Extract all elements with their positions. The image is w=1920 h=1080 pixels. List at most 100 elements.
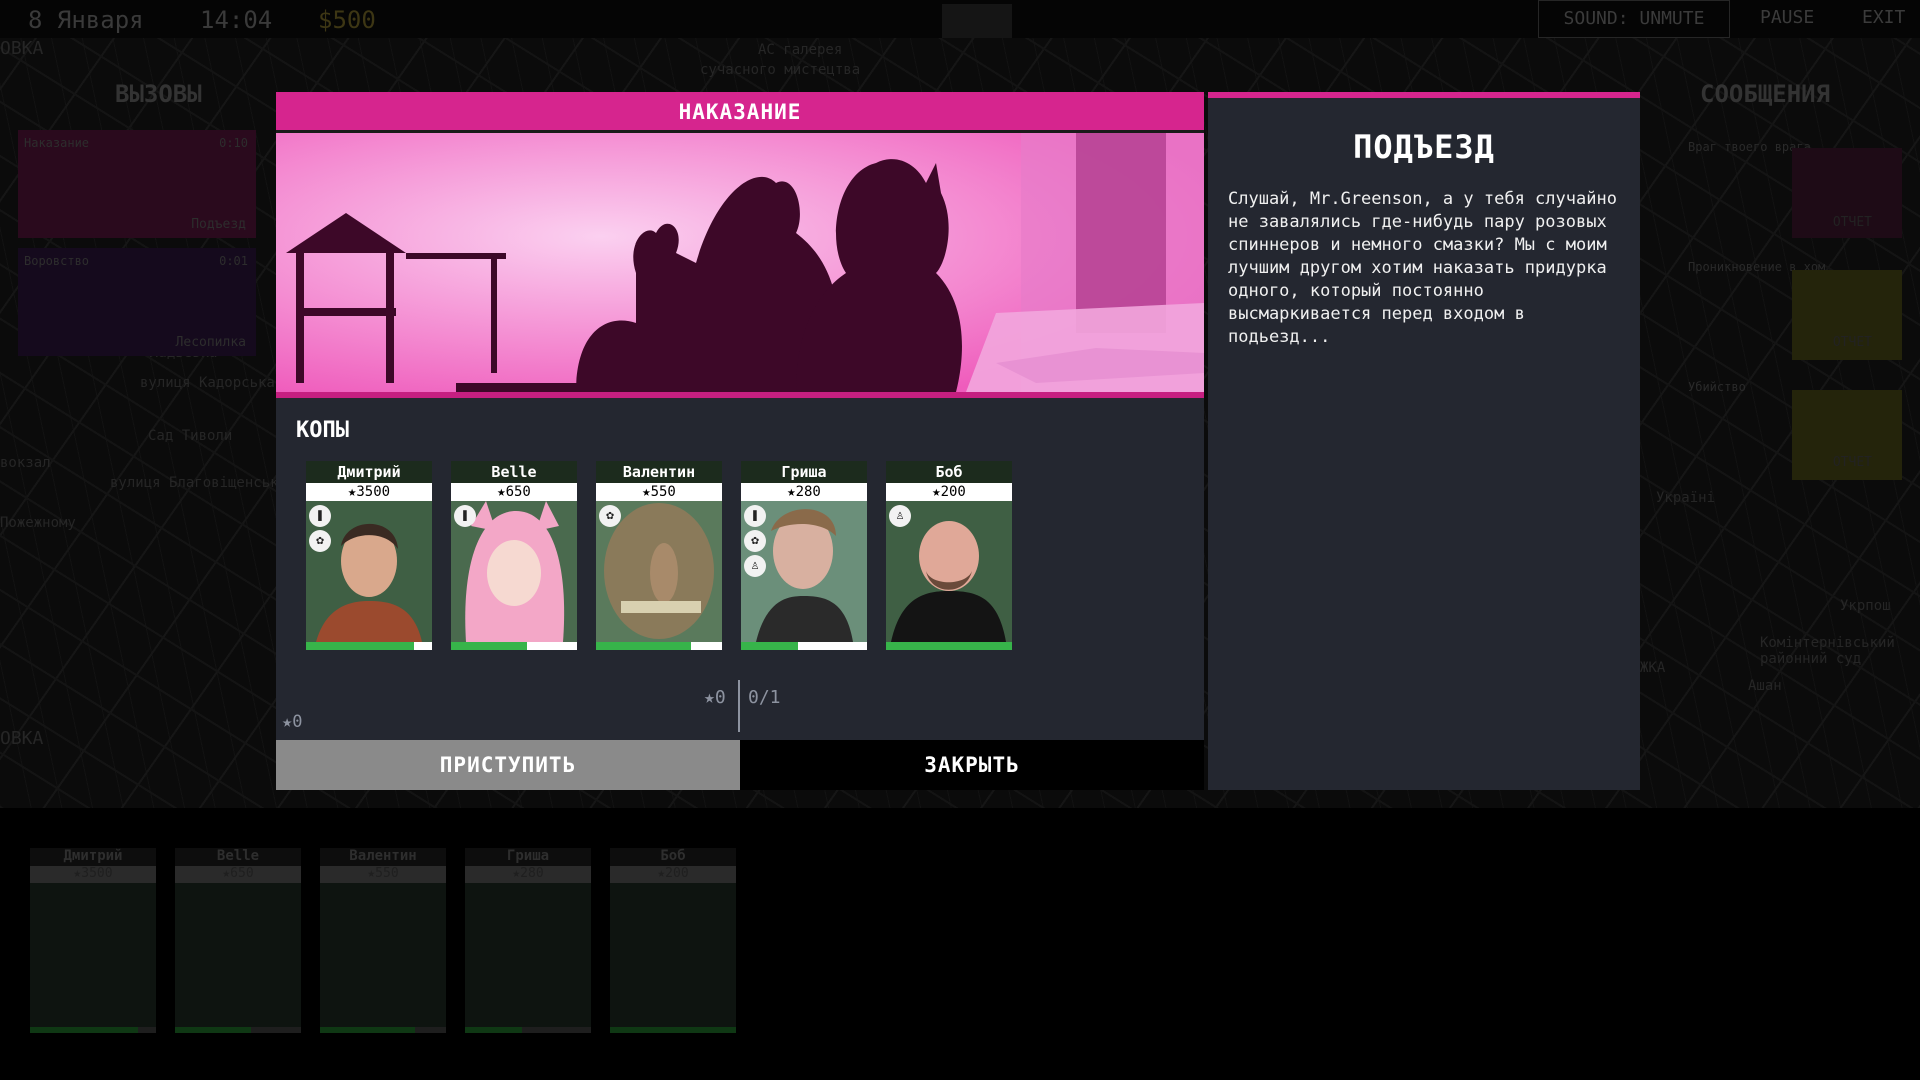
roster-name: Дмитрий xyxy=(30,848,156,866)
roster-score: ★3500 xyxy=(30,866,156,883)
money-counter: $500 xyxy=(318,6,376,34)
cop-name: Боб xyxy=(886,461,1012,483)
health-bar xyxy=(886,642,1012,650)
call-timer: 0:01 xyxy=(219,254,248,268)
leaf-icon: ✿ xyxy=(744,530,766,552)
mission-illustration xyxy=(276,133,1204,398)
report-label: ОТЧЕТ xyxy=(1832,455,1872,470)
message-card[interactable]: Убийство ОТЧЕТ xyxy=(1682,374,1902,482)
health-bar xyxy=(30,1027,156,1033)
health-bar xyxy=(465,1027,591,1033)
cop-name: Дмитрий xyxy=(306,461,432,483)
health-bar xyxy=(451,642,577,650)
report-label: ОТЧЕТ xyxy=(1832,335,1872,350)
call-location: Лесопилка xyxy=(175,335,246,350)
cop-card[interactable]: Belle ★650 ❚ xyxy=(451,461,577,650)
game-time: 14:04 xyxy=(200,6,273,34)
map-label: Сад Тиволи xyxy=(148,428,233,444)
bottle-icon: ❚ xyxy=(454,505,476,527)
cop-name: Belle xyxy=(451,461,577,483)
roster-card[interactable]: Belle ★650 xyxy=(175,848,301,1033)
mission-dialog: НАКАЗАНИЕ КОПЫ Дмитрий ★3500 ❚ ✿ Belle ★… xyxy=(276,92,1204,790)
map-label: ОВКА xyxy=(0,38,44,59)
health-bar xyxy=(320,1027,446,1033)
cop-score: ★550 xyxy=(596,483,722,501)
call-location: Подъезд xyxy=(191,217,246,232)
map-label: Україні xyxy=(1656,490,1716,506)
map-label: ЖКА xyxy=(1640,660,1666,676)
roster-name: Гриша xyxy=(465,848,591,866)
message-card[interactable]: Враг твоего врага ОТЧЕТ xyxy=(1682,134,1902,242)
cop-score: ★280 xyxy=(741,483,867,501)
mission-description: ПОДЪЕЗД Слушай, Mr.Greenson, а у тебя сл… xyxy=(1208,92,1640,790)
message-name: Убийство xyxy=(1688,380,1746,394)
map-label: Комінтернівський районний суд xyxy=(1760,635,1895,667)
map-label: вулиця Кадорська xyxy=(140,375,275,391)
punishment-scene-image xyxy=(276,133,1204,392)
health-bar xyxy=(306,642,432,650)
health-bar xyxy=(741,642,867,650)
cop-skills: ❚ ✿ xyxy=(309,505,331,552)
sound-toggle-button[interactable]: SOUND: UNMUTE xyxy=(1538,0,1730,38)
cop-card[interactable]: Валентин ★550 ✿ xyxy=(596,461,722,650)
call-name: Воровство xyxy=(24,254,90,268)
selected-stars: ★0 xyxy=(704,687,726,708)
map-label: Ашан xyxy=(1748,678,1782,694)
map-label: вулиця Благовіщенська xyxy=(110,475,288,491)
cop-skills: ✿ xyxy=(599,505,621,527)
map-label: АС галерея xyxy=(758,42,843,58)
cops-subtitle: КОПЫ xyxy=(296,418,349,443)
roster-score: ★550 xyxy=(320,866,446,883)
cop-name: Гриша xyxy=(741,461,867,483)
divider xyxy=(738,680,740,732)
roster-score: ★200 xyxy=(610,866,736,883)
calls-title: ВЫЗОВЫ xyxy=(115,80,202,108)
game-date: 8 Января xyxy=(28,6,144,34)
map-label: Укрпош xyxy=(1840,598,1891,614)
start-button[interactable]: ПРИСТУПИТЬ xyxy=(276,740,740,790)
roster-score: ★280 xyxy=(465,866,591,883)
call-card[interactable]: Воровство 0:01 Лесопилка xyxy=(18,248,256,356)
messages-title: СООБЩЕНИЯ xyxy=(1700,80,1831,108)
roster-name: Боб xyxy=(610,848,736,866)
bottle-icon: ❚ xyxy=(744,505,766,527)
map-label: Пожежному xyxy=(0,515,76,531)
roster-card[interactable]: Боб ★200 xyxy=(610,848,736,1033)
pause-button[interactable]: PAUSE xyxy=(1760,0,1814,36)
close-button[interactable]: ЗАКРЫТЬ xyxy=(740,740,1204,790)
running-person-icon: ♙ xyxy=(889,505,911,527)
roster-name: Валентин xyxy=(320,848,446,866)
cop-skills: ♙ xyxy=(889,505,911,527)
call-card[interactable]: Наказание 0:10 Подъезд xyxy=(18,130,256,238)
report-label: ОТЧЕТ xyxy=(1832,215,1872,230)
health-bar xyxy=(596,642,722,650)
map-label: ОВКА xyxy=(0,728,44,749)
cop-score: ★200 xyxy=(886,483,1012,501)
cop-score: ★650 xyxy=(451,483,577,501)
roster-card[interactable]: Дмитрий ★3500 xyxy=(30,848,156,1033)
team-stars: ★0 xyxy=(282,712,303,732)
map-label: вокзал xyxy=(0,455,51,471)
mission-header: НАКАЗАНИЕ xyxy=(276,92,1204,133)
call-name: Наказание xyxy=(24,136,90,150)
map-label: сучасного мистецтва xyxy=(700,62,861,78)
running-person-icon: ♙ xyxy=(744,555,766,577)
health-bar xyxy=(175,1027,301,1033)
roster-name: Belle xyxy=(175,848,301,866)
slots-counter: 0/1 xyxy=(748,687,781,708)
leaf-icon: ✿ xyxy=(309,530,331,552)
cop-card[interactable]: Боб ★200 ♙ xyxy=(886,461,1012,650)
cop-card[interactable]: Гриша ★280 ❚ ✿ ♙ xyxy=(741,461,867,650)
description-title: ПОДЪЕЗД xyxy=(1353,128,1495,166)
cop-skills: ❚ xyxy=(454,505,476,527)
call-timer: 0:10 xyxy=(219,136,248,150)
roster-card[interactable]: Гриша ★280 xyxy=(465,848,591,1033)
leaf-icon: ✿ xyxy=(599,505,621,527)
cop-card[interactable]: Дмитрий ★3500 ❚ ✿ xyxy=(306,461,432,650)
roster-card[interactable]: Валентин ★550 xyxy=(320,848,446,1033)
health-bar xyxy=(610,1027,736,1033)
message-card[interactable]: Проникновение в хом ОТЧЕТ xyxy=(1682,254,1902,362)
exit-button[interactable]: EXIT xyxy=(1862,0,1905,36)
description-text: Слушай, Mr.Greenson, а у тебя случайно н… xyxy=(1228,189,1628,347)
cop-name: Валентин xyxy=(596,461,722,483)
